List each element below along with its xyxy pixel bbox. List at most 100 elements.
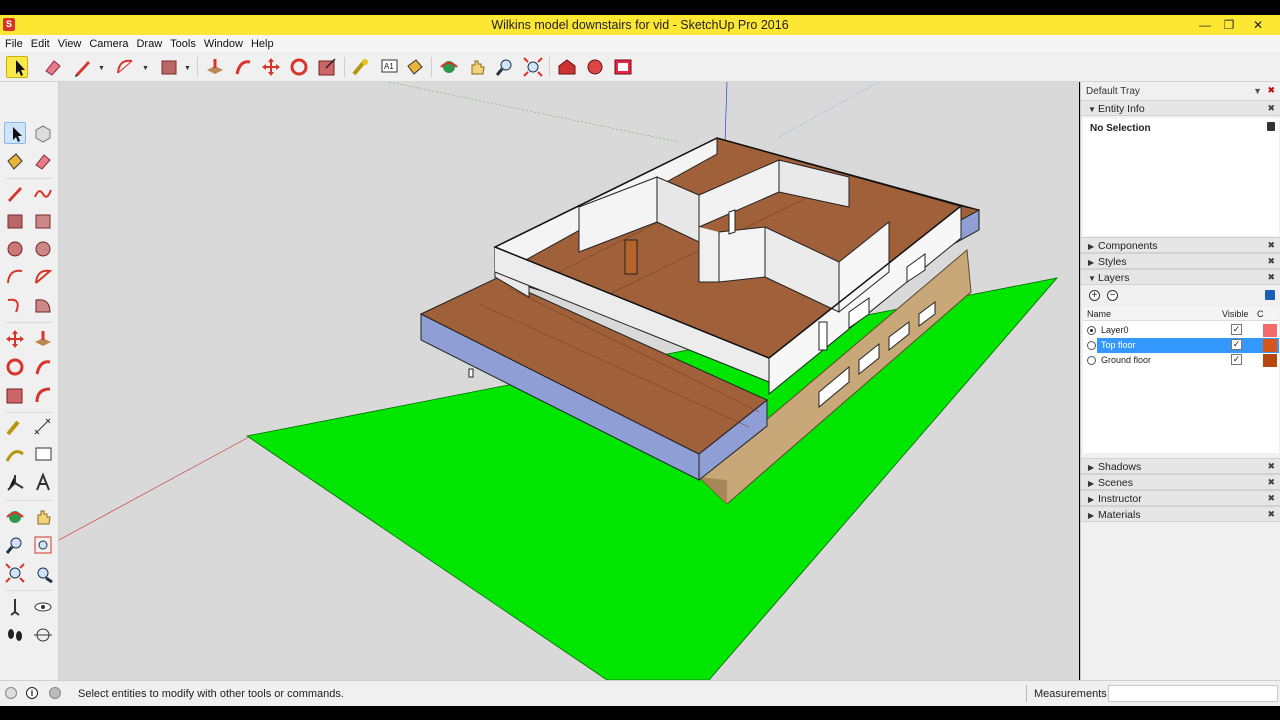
close-icon[interactable]: ✖	[1267, 103, 1275, 114]
look-around-tool-icon[interactable]	[32, 596, 54, 618]
active-layer-radio[interactable]	[1087, 356, 1096, 365]
rotated-rectangle-tool-icon[interactable]	[32, 210, 54, 232]
minimize-button[interactable]: —	[1192, 17, 1218, 33]
layers-header[interactable]: ▼ Layers ✖	[1081, 269, 1280, 285]
eraser-tool-icon[interactable]	[32, 150, 54, 172]
make-component-icon[interactable]	[32, 122, 54, 144]
close-icon[interactable]: ✖	[1267, 256, 1275, 267]
pencil-icon[interactable]	[72, 56, 94, 78]
orbit-tool-icon[interactable]	[4, 506, 26, 528]
layer-name[interactable]: Top floor	[1099, 340, 1138, 350]
move-tool-icon[interactable]	[4, 328, 26, 350]
scale-tool-icon[interactable]	[4, 384, 26, 406]
3d-viewport[interactable]	[59, 82, 1079, 680]
menu-view[interactable]: View	[54, 35, 86, 50]
rectangle-icon[interactable]	[158, 56, 180, 78]
chevron-down-icon[interactable]: ▼	[142, 65, 149, 72]
previous-view-tool-icon[interactable]	[32, 562, 54, 584]
layer-color-swatch[interactable]	[1263, 339, 1277, 352]
details-icon[interactable]	[1265, 290, 1275, 300]
components-header[interactable]: ▶ Components ✖	[1081, 237, 1280, 253]
tape-measure-icon[interactable]	[350, 56, 372, 78]
layer-color-swatch[interactable]	[1263, 324, 1277, 337]
menu-draw[interactable]: Draw	[132, 35, 166, 50]
text-icon[interactable]: A1	[378, 56, 400, 78]
layer-row[interactable]: Top floor ✓	[1083, 338, 1279, 353]
arc-tool-icon[interactable]	[4, 266, 26, 288]
zoom-tool-icon[interactable]	[4, 534, 26, 556]
close-icon[interactable]: ✖	[1267, 240, 1275, 251]
pan-tool-icon[interactable]	[32, 506, 54, 528]
column-name[interactable]: Name	[1087, 309, 1111, 319]
scale-icon[interactable]	[316, 56, 338, 78]
active-layer-radio[interactable]	[1087, 341, 1096, 350]
select-tool-icon[interactable]	[4, 122, 26, 144]
column-color[interactable]: C	[1257, 309, 1264, 319]
eraser-icon[interactable]	[42, 56, 64, 78]
menu-tools[interactable]: Tools	[166, 35, 200, 50]
model-canvas[interactable]	[59, 82, 1079, 680]
push-pull-icon[interactable]	[204, 56, 226, 78]
text-tool-icon[interactable]	[32, 444, 54, 466]
freehand-tool-icon[interactable]	[32, 182, 54, 204]
zoom-extents-icon[interactable]	[522, 56, 544, 78]
follow-me-tool-icon[interactable]	[32, 356, 54, 378]
styles-header[interactable]: ▶ Styles ✖	[1081, 253, 1280, 269]
chevron-down-icon[interactable]: ▼	[184, 65, 191, 72]
zoom-icon[interactable]	[494, 56, 516, 78]
shadows-header[interactable]: ▶ Shadows ✖	[1081, 458, 1280, 474]
column-visible[interactable]: Visible	[1222, 309, 1248, 319]
menu-edit[interactable]: Edit	[27, 35, 54, 50]
layer-name[interactable]: Layer0	[1099, 325, 1131, 335]
menu-camera[interactable]: Camera	[85, 35, 132, 50]
credits-icon[interactable]: i	[26, 687, 38, 699]
layer-row[interactable]: Ground floor ✓	[1083, 353, 1279, 368]
active-layer-radio[interactable]	[1087, 326, 1096, 335]
close-button[interactable]: ✕	[1245, 17, 1271, 33]
scenes-header[interactable]: ▶ Scenes ✖	[1081, 474, 1280, 490]
follow-me-icon[interactable]	[232, 56, 254, 78]
zoom-window-tool-icon[interactable]	[32, 534, 54, 556]
delete-layer-icon[interactable]: −	[1107, 290, 1118, 301]
rectangle-tool-icon[interactable]	[4, 210, 26, 232]
circle-tool-icon[interactable]	[4, 238, 26, 260]
close-icon[interactable]: ✖	[1267, 477, 1275, 488]
move-icon[interactable]	[260, 56, 282, 78]
arc-icon[interactable]	[114, 56, 136, 78]
position-camera-tool-icon[interactable]	[4, 596, 26, 618]
user-icon[interactable]	[49, 687, 61, 699]
dimension-tool-icon[interactable]	[32, 416, 54, 438]
lock-icon[interactable]	[1267, 122, 1275, 131]
axes-tool-icon[interactable]	[4, 472, 26, 494]
pin-icon[interactable]: ▼	[1253, 86, 1262, 96]
warehouse-icon[interactable]	[556, 56, 578, 78]
extension-warehouse-icon[interactable]	[584, 56, 606, 78]
polygon-tool-icon[interactable]	[32, 238, 54, 260]
layer-name[interactable]: Ground floor	[1099, 355, 1153, 365]
close-icon[interactable]: ✖	[1267, 461, 1275, 472]
push-pull-tool-icon[interactable]	[32, 328, 54, 350]
pie-tool-icon[interactable]	[32, 294, 54, 316]
chevron-down-icon[interactable]: ▼	[98, 65, 105, 72]
orbit-icon[interactable]	[438, 56, 460, 78]
protractor-tool-icon[interactable]	[4, 444, 26, 466]
two-point-arc-tool-icon[interactable]	[32, 266, 54, 288]
visible-checkbox[interactable]: ✓	[1231, 324, 1242, 335]
3d-text-tool-icon[interactable]	[32, 472, 54, 494]
menu-help[interactable]: Help	[247, 35, 278, 50]
select-icon[interactable]	[6, 56, 28, 78]
measurements-input[interactable]	[1108, 685, 1278, 702]
section-plane-tool-icon[interactable]	[32, 624, 54, 646]
line-tool-icon[interactable]	[4, 182, 26, 204]
close-icon[interactable]: ✖	[1267, 272, 1275, 283]
add-layer-icon[interactable]: +	[1089, 290, 1100, 301]
visible-checkbox[interactable]: ✓	[1231, 339, 1242, 350]
instructor-header[interactable]: ▶ Instructor ✖	[1081, 490, 1280, 506]
walk-tool-icon[interactable]	[4, 624, 26, 646]
close-icon[interactable]: ✖	[1267, 493, 1275, 504]
offset-tool-icon[interactable]	[32, 384, 54, 406]
rotate-icon[interactable]	[288, 56, 310, 78]
tray-close-icon[interactable]: ✖	[1267, 85, 1275, 96]
entity-info-header[interactable]: ▼ Entity Info ✖	[1081, 100, 1280, 116]
layout-icon[interactable]	[612, 56, 634, 78]
